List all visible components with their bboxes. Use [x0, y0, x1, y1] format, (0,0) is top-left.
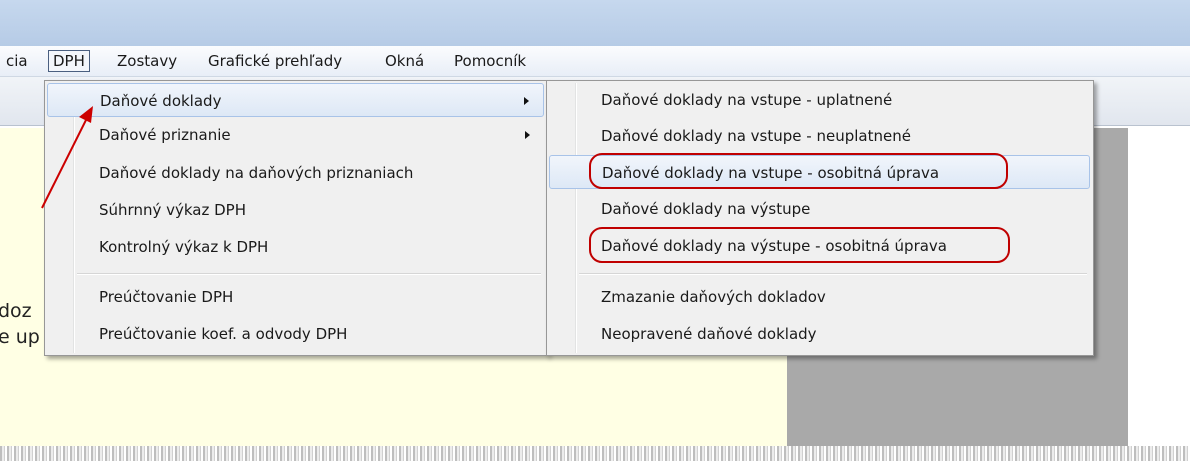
annotation-arrow-line [41, 115, 89, 209]
annotation-arrow-icon [41, 106, 93, 209]
annotation-arrow-head [79, 106, 93, 123]
